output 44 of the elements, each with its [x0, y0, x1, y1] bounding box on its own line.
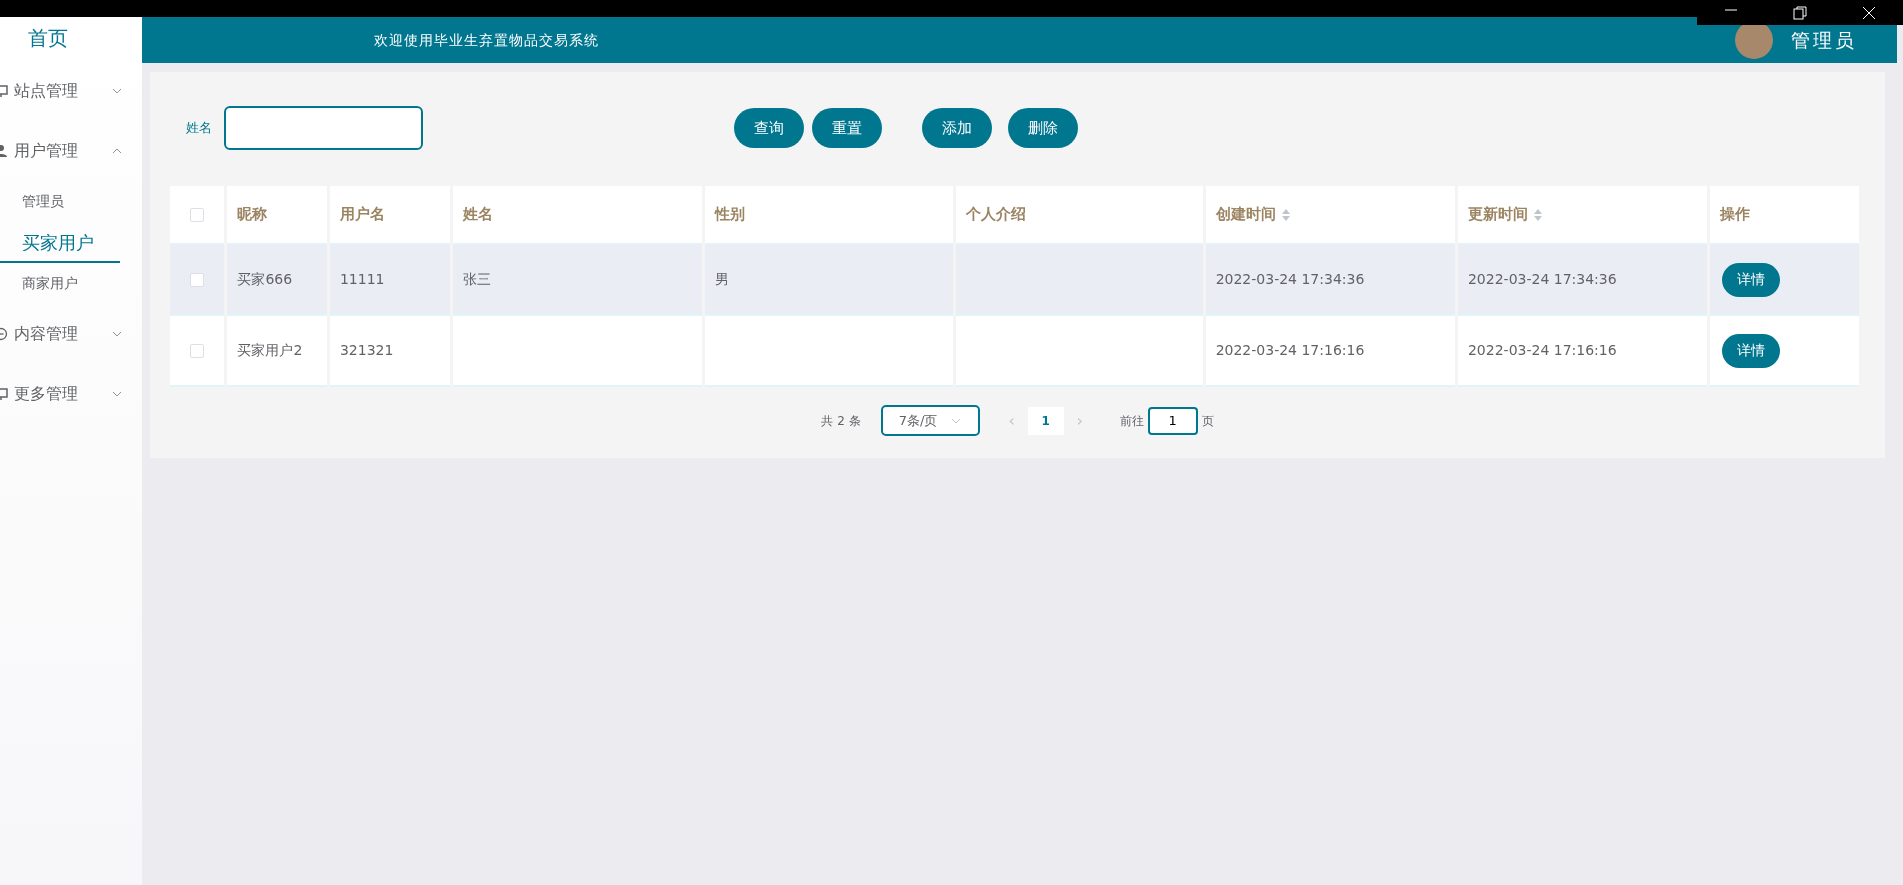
- page-suffix: 页: [1201, 412, 1214, 430]
- reset-button[interactable]: 重置: [812, 108, 882, 148]
- column-header: 昵称: [227, 186, 327, 245]
- row-checkbox[interactable]: [190, 344, 205, 358]
- details-button[interactable]: 详情: [1722, 262, 1781, 297]
- sidebar-item[interactable]: 内容管理: [0, 304, 122, 364]
- search-field[interactable]: [224, 106, 423, 150]
- sort-icon[interactable]: [1533, 208, 1542, 221]
- column-header: 性别: [704, 186, 953, 245]
- maximize-icon[interactable]: [1793, 5, 1807, 20]
- table-cell: 321321: [329, 316, 450, 387]
- close-icon[interactable]: [1861, 5, 1876, 20]
- table-cell: 2022-03-24 17:16:16: [1205, 316, 1455, 387]
- sidebar-subitem[interactable]: 买家用户: [0, 222, 120, 263]
- row-checkbox[interactable]: [190, 273, 205, 287]
- page-size-select[interactable]: 7条/页: [880, 405, 980, 436]
- table-cell: 2022-03-24 17:16:16: [1457, 316, 1708, 387]
- column-header: 操作: [1710, 186, 1859, 245]
- sidebar-item[interactable]: 用户管理: [0, 121, 122, 181]
- home-link[interactable]: 首页: [0, 17, 96, 61]
- sidebar-subitem[interactable]: 商家用户: [0, 263, 142, 304]
- select-all-checkbox[interactable]: [190, 207, 205, 222]
- column-header: 更新时间: [1457, 186, 1708, 245]
- user-name: 管理员: [1791, 27, 1857, 53]
- total-count: 共 2 条: [821, 412, 861, 430]
- header-title: 欢迎使用毕业生弃置物品交易系统: [374, 30, 600, 50]
- sidebar-item[interactable]: 更多管理: [0, 364, 122, 424]
- details-button[interactable]: 详情: [1722, 333, 1781, 368]
- goto-label: 前往: [1119, 412, 1144, 430]
- sidebar-item[interactable]: 站点管理: [0, 61, 122, 121]
- column-header: 用户名: [329, 186, 450, 245]
- add-button[interactable]: 添加: [922, 108, 992, 148]
- column-header: 姓名: [452, 186, 702, 245]
- chevron-down-icon: [951, 417, 962, 424]
- page-input[interactable]: 1: [1147, 406, 1198, 435]
- column-header: 创建时间: [1205, 186, 1455, 245]
- page-number[interactable]: 1: [1027, 406, 1064, 435]
- field-label: 姓名: [186, 119, 212, 138]
- delete-button[interactable]: 删除: [1008, 108, 1078, 148]
- column-header: 个人介绍: [955, 186, 1203, 245]
- table-cell: 买家用户2: [227, 316, 327, 387]
- sidebar-subitem[interactable]: 管理员: [0, 181, 142, 222]
- sort-icon[interactable]: [1281, 208, 1290, 221]
- search-button[interactable]: 查询: [734, 108, 804, 148]
